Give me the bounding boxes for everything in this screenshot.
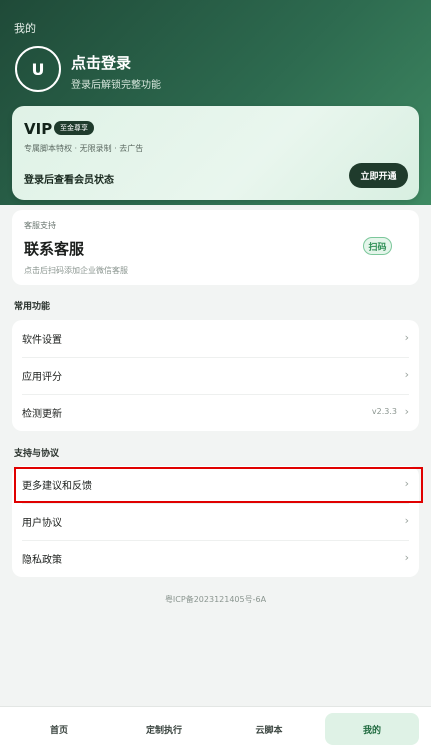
- rate-app-row[interactable]: 应用评分 ›: [12, 357, 419, 394]
- login-subtitle: 登录后解锁完整功能: [71, 80, 161, 91]
- agreements-list: 更多建议和反馈 › 用户协议 › 隐私政策 ›: [12, 466, 419, 577]
- settings-label: 软件设置: [22, 335, 62, 346]
- vip-card: VIP 至金尊享 专属脚本特权 · 无限录制 · 去广告 登录后查看会员状态 立…: [12, 106, 419, 200]
- chevron-right-icon: ›: [404, 551, 409, 564]
- user-agreement-row[interactable]: 用户协议 ›: [12, 503, 419, 540]
- chevron-right-icon: ›: [404, 477, 409, 490]
- rate-app-label: 应用评分: [22, 372, 62, 383]
- chevron-right-icon: ›: [404, 514, 409, 527]
- chevron-right-icon: ›: [404, 405, 409, 418]
- icp-footer: 粤ICP备2023121405号-6A: [164, 595, 267, 604]
- privacy-policy-label: 隐私政策: [22, 555, 62, 566]
- settings-row[interactable]: 软件设置 ›: [12, 320, 419, 357]
- support-label: 客服支持: [24, 221, 56, 230]
- contact-support-title: 联系客服: [24, 240, 85, 258]
- bottom-tab-bar: 首页 定制执行 云脚本 我的: [0, 706, 431, 750]
- chevron-right-icon: ›: [404, 331, 409, 344]
- feedback-label: 更多建议和反馈: [22, 481, 92, 492]
- login-link[interactable]: 点击登录: [71, 52, 131, 73]
- page-title: 我的: [14, 22, 36, 35]
- user-agreement-label: 用户协议: [22, 518, 62, 529]
- check-update-label: 检测更新: [22, 409, 62, 420]
- chevron-right-icon: ›: [404, 368, 409, 381]
- tab-home[interactable]: 首页: [12, 713, 106, 745]
- tab-cloud-script[interactable]: 云脚本: [222, 713, 316, 745]
- support-subtitle: 点击后扫码添加企业微信客服: [24, 266, 128, 275]
- feedback-row[interactable]: 更多建议和反馈 ›: [12, 466, 419, 503]
- tab-mine[interactable]: 我的: [325, 713, 419, 745]
- common-list: 软件设置 › 应用评分 › 检测更新 v2.3.3 ›: [12, 320, 419, 431]
- vip-title: VIP: [24, 120, 53, 138]
- open-vip-button[interactable]: 立即开通: [349, 163, 408, 188]
- support-card[interactable]: 客服支持 联系客服 点击后扫码添加企业微信客服: [12, 210, 419, 285]
- common-section-title: 常用功能: [14, 302, 51, 312]
- vip-subtitle: 专属脚本特权 · 无限录制 · 去广告: [24, 144, 144, 153]
- tab-custom-execute[interactable]: 定制执行: [117, 713, 211, 745]
- check-update-row[interactable]: 检测更新 v2.3.3 ›: [12, 394, 419, 431]
- agreements-section-title: 支持与协议: [14, 449, 60, 459]
- vip-badge: 至金尊享: [54, 121, 94, 135]
- privacy-policy-row[interactable]: 隐私政策 ›: [12, 540, 419, 577]
- vip-status: 登录后查看会员状态: [24, 175, 114, 186]
- scan-button[interactable]: 扫码: [363, 237, 392, 255]
- version-value: v2.3.3: [371, 407, 397, 416]
- avatar[interactable]: U: [15, 46, 61, 92]
